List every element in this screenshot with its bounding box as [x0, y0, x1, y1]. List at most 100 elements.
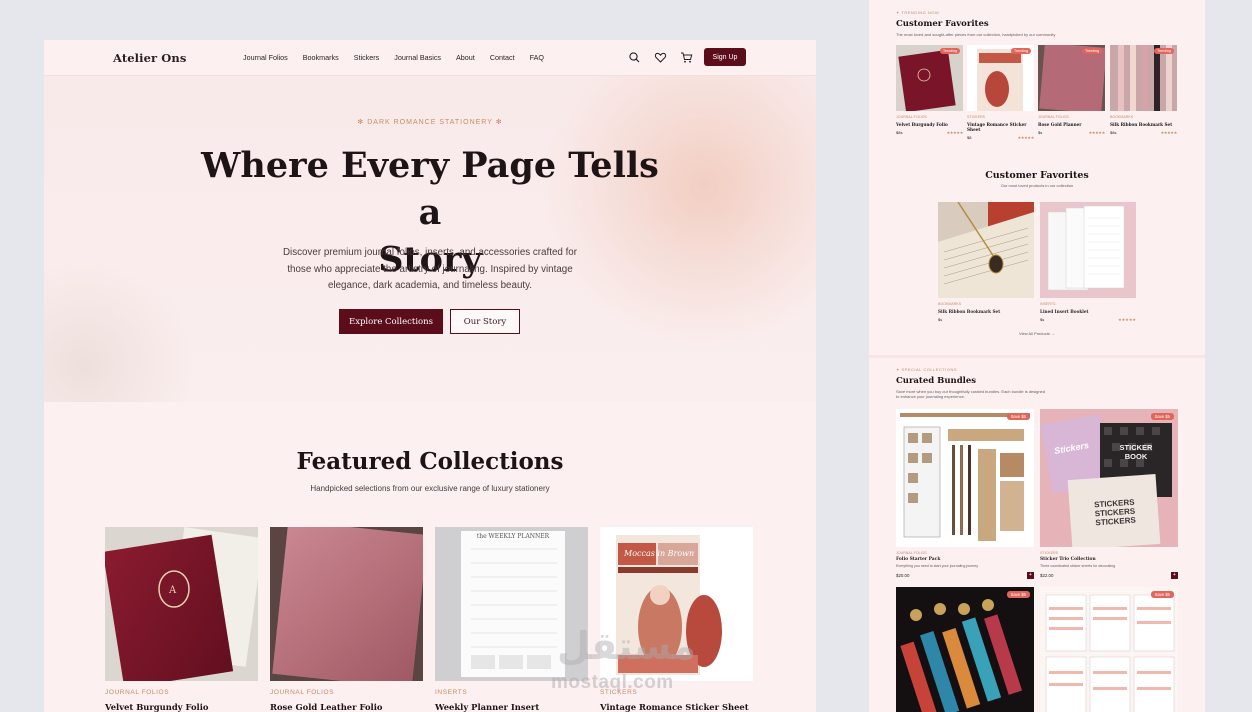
bundle-image-bookmark-set[interactable]: Save $5 — [896, 587, 1034, 712]
product-card[interactable]: A JOURNAL FOLIOS Velvet Burgundy Folio — [105, 527, 258, 712]
bundle-card[interactable]: Save $5 — [1040, 587, 1178, 712]
trending-subtitle: The most loved and sought-after pieces f… — [896, 32, 1056, 37]
trending-section: ✦ TRENDING NOW Customer Favorites The mo… — [896, 10, 1055, 37]
rating-stars: ★★★★★ — [946, 130, 964, 135]
bundle-card[interactable]: Save $5 — [896, 587, 1034, 712]
nav-link-stickers[interactable]: Stickers — [354, 53, 380, 62]
bundle-save-badge: Save $5 — [1006, 413, 1030, 420]
sticker-book-text: STICKER BOOK — [1119, 443, 1153, 461]
product-name[interactable]: Velvet Burgundy Folio — [896, 122, 963, 127]
featured-collections-subtitle: Handpicked selections from our exclusive… — [310, 484, 550, 493]
brand-logo[interactable]: Atelier Ons — [113, 51, 186, 65]
product-category: BOOKMARKS — [1110, 115, 1134, 119]
search-icon[interactable] — [628, 51, 641, 64]
product-image-rose-gold-folio[interactable] — [270, 527, 423, 681]
trending-badge: Trending — [939, 48, 960, 54]
nav-link-contact[interactable]: Contact — [490, 53, 515, 62]
favorite-image-bookmark[interactable] — [938, 202, 1034, 298]
bundle-save-badge: Save $5 — [1150, 591, 1174, 598]
bundle-image-sticker-trio[interactable]: Stickers STICKER BOOK STICKERS STICKERS … — [1040, 409, 1178, 547]
bundle-image-folio-starter[interactable]: Save $5 — [896, 409, 1034, 547]
product-price: $s — [1040, 317, 1045, 322]
product-name[interactable]: Lined Insert Booklet — [1040, 309, 1136, 314]
product-name[interactable]: Silk Ribbon Bookmark Set — [938, 309, 1034, 314]
bundles-section-header: ✦ SPECIAL COLLECTIONS Curated Bundles Sa… — [896, 367, 1046, 399]
product-category: JOURNAL FOLIOS — [105, 689, 170, 696]
trending-product-card[interactable]: Trending JOURNAL FOLIOS Rose Gold Planne… — [1038, 45, 1105, 135]
explore-collections-button[interactable]: Explore Collections — [339, 309, 443, 334]
bundles-eyebrow: ✦ SPECIAL COLLECTIONS — [896, 367, 958, 372]
product-category: JOURNAL FOLIOS — [896, 115, 927, 119]
rating-stars: ★★★★★ — [1118, 317, 1136, 322]
trending-eyebrow-text: TRENDING NOW — [901, 10, 940, 15]
trending-image-sticker-sheet[interactable]: Trending — [967, 45, 1034, 111]
sparkle-icon: ✻ — [357, 119, 365, 126]
product-name[interactable]: Sticker Trio Collection — [1040, 557, 1178, 562]
rating-stars: ★★★★★ — [1160, 130, 1178, 135]
product-card[interactable]: JOURNAL FOLIOS Rose Gold Leather Folio — [270, 527, 423, 712]
product-name[interactable]: Silk Ribbon Bookmark Set — [1110, 122, 1177, 127]
product-category: JOURNAL FOLIOS — [896, 551, 927, 555]
homepage-preview: Atelier Ons Journal Folios Bookmarks Sti… — [44, 40, 816, 712]
product-name[interactable]: Folio Starter Pack — [896, 557, 1034, 562]
product-category: BOOKMARKS — [938, 302, 962, 306]
trending-badge: Trending — [1081, 48, 1102, 54]
bundle-image-planner-inserts[interactable]: Save $5 — [1040, 587, 1178, 712]
trending-title: Customer Favorites — [896, 19, 989, 29]
product-category: INSERTS — [1040, 302, 1056, 306]
trending-image-rose-planner[interactable]: Trending — [1038, 45, 1105, 111]
heart-icon[interactable] — [654, 51, 667, 64]
nav-icons — [628, 51, 693, 64]
our-story-button[interactable]: Our Story — [450, 309, 520, 334]
product-category: JOURNAL FOLIOS — [1038, 115, 1069, 119]
favorite-product-card[interactable]: BOOKMARKS Silk Ribbon Bookmark Set $s — [938, 202, 1034, 322]
nav-link-journal-basics[interactable]: Journal Basics — [394, 53, 441, 62]
product-category: STICKERS — [1040, 551, 1058, 555]
product-category: JOURNAL FOLIOS — [270, 689, 335, 696]
trending-product-card[interactable]: Trending BOOKMARKS Silk Ribbon Bookmark … — [1110, 45, 1177, 135]
bundle-description: Three coordinated sticker sheets for dec… — [1040, 564, 1116, 568]
planner-image-title: the WEEKLY PLANNER — [476, 533, 550, 540]
product-name[interactable]: Vintage Romance Sticker Sheet — [600, 702, 753, 712]
product-image-velvet-folio[interactable]: A — [105, 527, 258, 681]
svg-text:A: A — [168, 585, 177, 596]
trending-image-velvet-folio[interactable]: Trending — [896, 45, 963, 111]
section-divider — [869, 355, 1205, 358]
bundle-price: $22.00 — [1040, 573, 1054, 578]
nav-link-bookmarks[interactable]: Bookmarks — [303, 53, 339, 62]
product-name[interactable]: Weekly Planner Insert — [435, 702, 588, 712]
favorites-subtitle: Our most loved products in our collectio… — [1000, 183, 1074, 188]
bundle-card[interactable]: Stickers STICKER BOOK STICKERS STICKERS … — [1040, 409, 1178, 579]
product-name[interactable]: Velvet Burgundy Folio — [105, 702, 258, 712]
product-name[interactable]: Rose Gold Leather Folio — [270, 702, 423, 712]
hero-eyebrow: ✻ DARK ROMANCE STATIONERY ✻ — [44, 118, 816, 126]
bundle-save-badge: Save $5 — [1150, 413, 1174, 420]
nav-link-faq[interactable]: FAQ — [530, 53, 544, 62]
bundles-eyebrow-text: SPECIAL COLLECTIONS — [901, 367, 958, 372]
view-all-products-link[interactable]: View All Products → — [869, 331, 1205, 336]
trending-image-ribbon-bookmarks[interactable]: Trending — [1110, 45, 1177, 111]
trending-product-card[interactable]: Trending STICKERS Vintage Romance Sticke… — [967, 45, 1034, 140]
add-to-cart-button[interactable]: + — [1027, 572, 1034, 579]
product-name[interactable]: Vintage Romance Sticker Sheet — [967, 122, 1034, 132]
hero-section: ✻ DARK ROMANCE STATIONERY ✻ Where Every … — [44, 76, 816, 402]
favorite-image-insert-booklet[interactable] — [1040, 202, 1136, 298]
product-name[interactable]: Rose Gold Planner — [1038, 122, 1105, 127]
product-price: $s — [1038, 130, 1043, 135]
trending-product-card[interactable]: Trending JOURNAL FOLIOS Velvet Burgundy … — [896, 45, 963, 135]
featured-collections-title: Featured Collections — [296, 448, 564, 475]
hero-headline-line-1: Where Every Page Tells a — [201, 145, 659, 233]
trending-badge: Trending — [1153, 48, 1174, 54]
nav-link-journal-folios[interactable]: Journal Folios — [243, 53, 288, 62]
cart-icon[interactable] — [680, 51, 693, 64]
product-price: $8 — [967, 135, 972, 140]
favorite-product-card[interactable]: INSERTS Lined Insert Booklet $s ★★★★★ — [1040, 202, 1136, 322]
bundles-subtitle: Save more when you buy our thoughtfully … — [896, 389, 1045, 399]
product-price: $8s — [896, 130, 903, 135]
add-to-cart-button[interactable]: + — [1171, 572, 1178, 579]
watermark-latin-text: mostaql.com — [551, 672, 674, 693]
bundle-card[interactable]: Save $5 JOURNAL FOLIOS Folio Starter Pac… — [896, 409, 1034, 579]
sign-up-button[interactable]: Sign Up — [704, 48, 746, 66]
stickers-stack-text: STICKERS STICKERS STICKERS — [1093, 497, 1137, 528]
nav-link-about[interactable]: About — [456, 53, 475, 62]
